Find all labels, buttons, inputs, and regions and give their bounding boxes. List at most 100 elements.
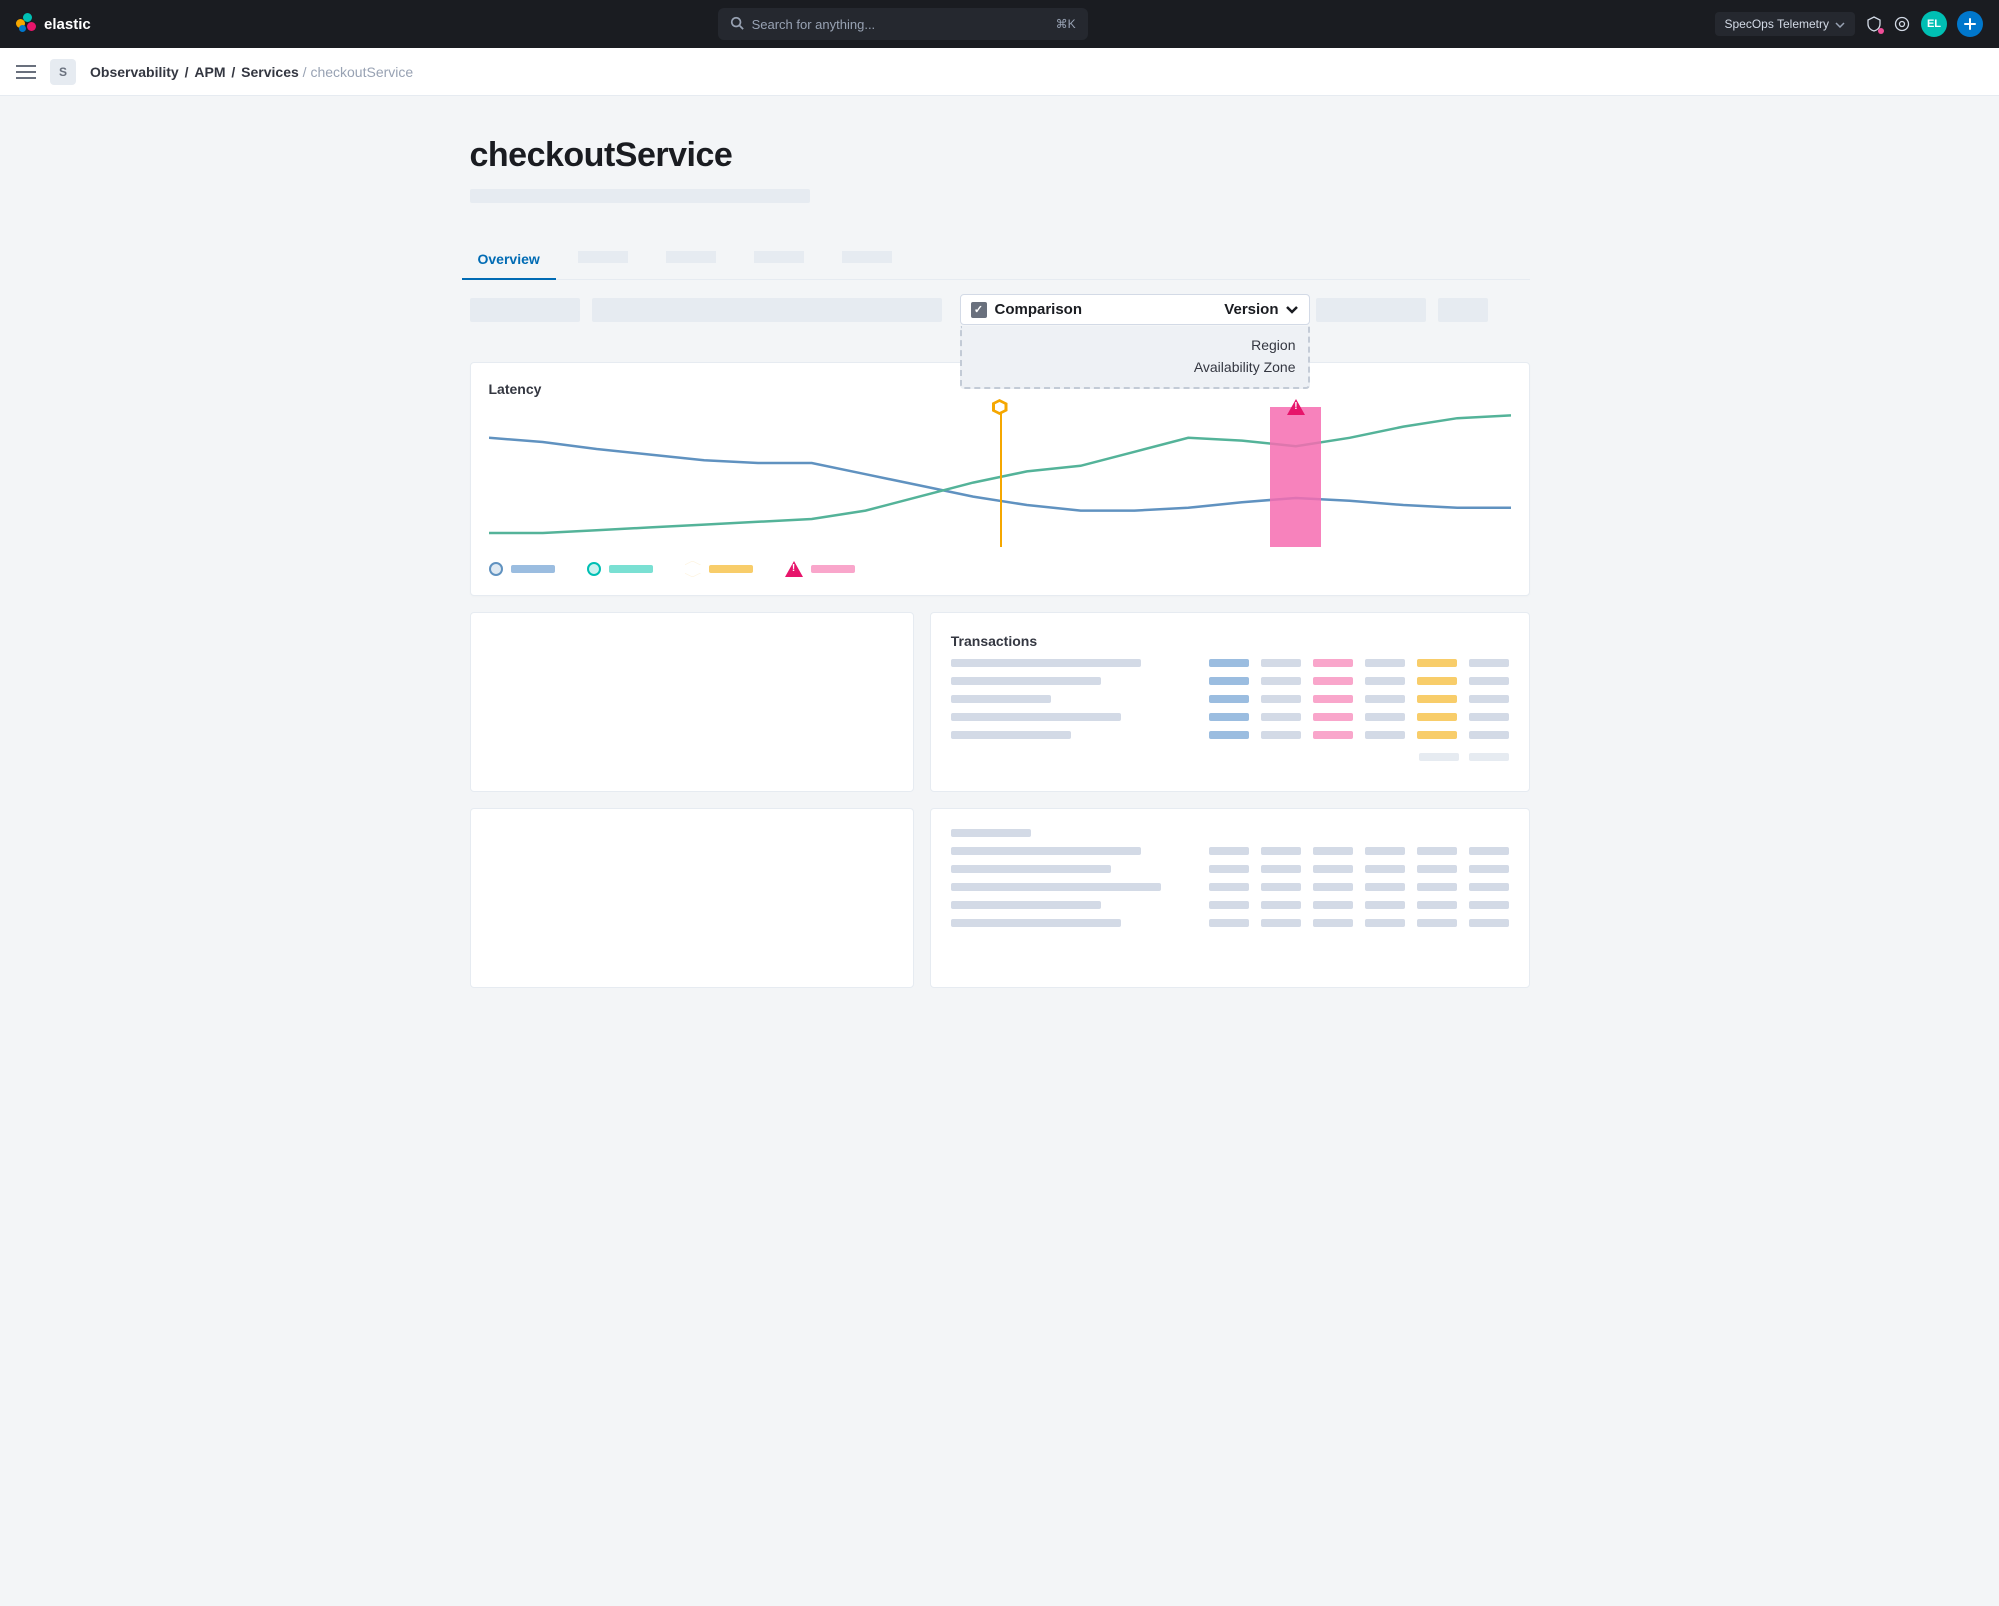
space-badge[interactable]: S (50, 59, 76, 85)
filter-placeholder[interactable] (1316, 298, 1426, 322)
table-row[interactable] (951, 847, 1509, 855)
crumb-observability[interactable]: Observability (90, 64, 179, 80)
legend-bar (511, 565, 555, 573)
metric-cell (1365, 731, 1405, 739)
metric-cell (1313, 713, 1353, 721)
row-title-placeholder (951, 731, 1071, 739)
deployment-marker (1000, 407, 1002, 547)
user-avatar[interactable]: EL (1921, 11, 1947, 37)
table-row[interactable] (951, 731, 1509, 739)
legend-circle-icon (587, 562, 601, 576)
breadcrumb: Observability / APM / Services / checkou… (90, 64, 413, 80)
metric-cell (1417, 677, 1457, 685)
brand-name: elastic (44, 16, 91, 33)
metric-cell (1209, 659, 1249, 667)
latency-panel: Latency (470, 362, 1530, 596)
warning-icon (1287, 399, 1305, 415)
metric-cell (1261, 713, 1301, 721)
filter-placeholder[interactable] (592, 298, 942, 322)
crumb-services[interactable]: Services (241, 64, 299, 80)
notifications-icon[interactable] (1865, 15, 1883, 33)
tab-placeholder[interactable] (836, 239, 898, 279)
tab-placeholder[interactable] (748, 239, 810, 279)
legend-item[interactable] (587, 562, 653, 576)
chevron-down-icon (1835, 17, 1845, 31)
table-row[interactable] (951, 901, 1509, 909)
metric-cell (1313, 677, 1353, 685)
table-row[interactable] (951, 883, 1509, 891)
legend-item[interactable] (685, 561, 753, 577)
tab-placeholder[interactable] (572, 239, 634, 279)
latency-chart[interactable] (489, 407, 1511, 547)
table-row[interactable] (951, 677, 1509, 685)
row-title-placeholder (951, 659, 1141, 667)
row-title-placeholder (951, 677, 1101, 685)
metric-cell (1365, 677, 1405, 685)
cube-icon (685, 561, 701, 577)
metric-cell (1313, 731, 1353, 739)
metric-cell (1209, 695, 1249, 703)
metric-cell (1209, 731, 1249, 739)
top-nav: elastic Search for anything... ⌘K SpecOp… (0, 0, 1999, 48)
table-row[interactable] (951, 713, 1509, 721)
comparison-selected: Version (1224, 301, 1278, 318)
metric-cell (1365, 659, 1405, 667)
anomaly-band (1270, 407, 1321, 547)
legend-bar (811, 565, 855, 573)
transactions-panel: Transactions (930, 612, 1530, 792)
add-button[interactable] (1957, 11, 1983, 37)
row-title-placeholder (951, 713, 1121, 721)
table-row[interactable] (951, 865, 1509, 873)
tab-overview[interactable]: Overview (472, 239, 546, 279)
deployment-selector[interactable]: SpecOps Telemetry (1715, 12, 1856, 36)
table-row[interactable] (951, 659, 1509, 667)
comparison-toggle[interactable]: ✓ Comparison Version (960, 294, 1310, 325)
metric-cell (1469, 713, 1509, 721)
table-row[interactable] (951, 695, 1509, 703)
metric-cell (1209, 713, 1249, 721)
metric-cell (1417, 713, 1457, 721)
metric-cell (1469, 659, 1509, 667)
tab-placeholder[interactable] (660, 239, 722, 279)
comparison-option-az[interactable]: Availability Zone (974, 356, 1296, 378)
pagination-placeholder[interactable] (1419, 753, 1459, 761)
table-row[interactable] (951, 919, 1509, 927)
comparison-option-region[interactable]: Region (974, 334, 1296, 356)
metric-cell (1313, 695, 1353, 703)
elastic-logo-icon (16, 13, 38, 35)
pagination-placeholder[interactable] (1469, 753, 1509, 761)
legend-item[interactable] (489, 562, 555, 576)
metric-cell (1261, 677, 1301, 685)
placeholder-table-panel (930, 808, 1530, 988)
crumb-apm[interactable]: APM (194, 64, 225, 80)
placeholder-panel (470, 808, 914, 988)
cube-icon (992, 399, 1008, 415)
help-icon[interactable] (1893, 15, 1911, 33)
global-search[interactable]: Search for anything... ⌘K (718, 8, 1088, 40)
legend-item[interactable] (785, 561, 855, 577)
legend-circle-icon (489, 562, 503, 576)
metric-cell (1417, 695, 1457, 703)
filter-placeholder[interactable] (470, 298, 580, 322)
metric-cell (1469, 731, 1509, 739)
search-placeholder: Search for anything... (752, 17, 876, 32)
brand-logo[interactable]: elastic (16, 13, 91, 35)
transactions-title: Transactions (951, 633, 1509, 649)
metric-cell (1313, 659, 1353, 667)
legend-bar (609, 565, 653, 573)
nav-toggle-icon[interactable] (16, 65, 36, 79)
metric-cell (1261, 659, 1301, 667)
filter-placeholder[interactable] (1438, 298, 1488, 322)
warning-icon (785, 561, 803, 577)
metric-cell (1469, 695, 1509, 703)
tabs: Overview (470, 239, 1530, 280)
checkbox-icon[interactable]: ✓ (971, 302, 987, 318)
chart-legend (489, 561, 1511, 577)
metric-cell (1365, 695, 1405, 703)
chevron-down-icon (1285, 301, 1299, 318)
crumb-current: checkoutService (310, 64, 413, 80)
breadcrumb-bar: S Observability / APM / Services / check… (0, 48, 1999, 96)
metric-cell (1261, 695, 1301, 703)
legend-bar (709, 565, 753, 573)
metric-cell (1261, 731, 1301, 739)
